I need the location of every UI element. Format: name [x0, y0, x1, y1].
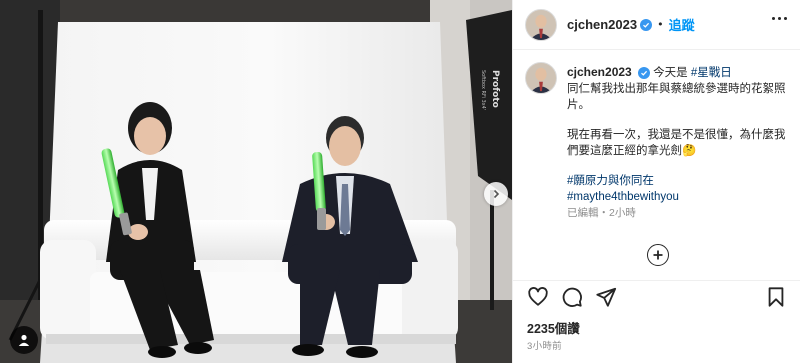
avatar[interactable] [525, 8, 557, 41]
bookmark-icon[interactable] [765, 286, 787, 308]
follow-button[interactable]: 追蹤 [669, 15, 695, 34]
post-header: cjchen2023 • 追蹤 [513, 0, 800, 50]
comment-icon[interactable] [561, 286, 583, 308]
caption-username[interactable]: cjchen2023 [567, 65, 632, 79]
separator-dot: • [657, 18, 664, 31]
avatar-image [526, 9, 556, 40]
user-tag-button[interactable] [10, 326, 38, 354]
user-tag-icon [18, 334, 30, 346]
heart-icon[interactable] [527, 286, 549, 308]
verified-badge-icon [637, 67, 650, 79]
divider [513, 280, 800, 281]
avatar-image [526, 63, 556, 93]
caption-text: 今天是 [653, 67, 688, 79]
post-caption: cjchen2023 今天是 #星戰日 同仁幫我找出那年與蔡總統參選時的花絮照片… [567, 64, 793, 221]
caption-text: 同仁幫我找出那年與蔡總統參選時的花絮照片。 [567, 83, 786, 111]
softbox-model: Softbox RFi 3x4' [480, 70, 486, 110]
caption-text: 現在再看一次，我還是不是很懂，為什麼我們要這麼正經的拿光劍🤔 [567, 129, 786, 157]
send-icon[interactable] [595, 286, 617, 308]
plus-circle-icon [653, 250, 663, 260]
hashtag-link[interactable]: #星戰日 [691, 67, 732, 79]
photo-image: Profoto Softbox RFi 3x4' [0, 0, 512, 363]
hashtag-link[interactable]: #maythe4thbewithyou [567, 189, 793, 205]
post-timestamp[interactable]: 3小時前 [527, 338, 562, 352]
caption-meta: 已編輯・2小時 [567, 207, 636, 219]
header-username[interactable]: cjchen2023 [567, 17, 637, 32]
load-comments-button[interactable] [647, 244, 669, 266]
caption-avatar[interactable] [525, 62, 557, 94]
next-photo-button[interactable] [484, 182, 508, 206]
post-details-panel: cjchen2023 • 追蹤 cjchen2023 今天是 #星戰日 同仁幫我… [512, 0, 800, 363]
chevron-right-icon [493, 189, 500, 199]
verified-badge-icon [640, 18, 653, 31]
hashtag-link[interactable]: #願原力與你同在 [567, 173, 793, 189]
more-options-icon[interactable] [772, 17, 787, 20]
like-count[interactable]: 2235個讚 [527, 318, 580, 337]
softbox-brand: Profoto [490, 70, 500, 108]
post-photo[interactable]: Profoto Softbox RFi 3x4' [0, 0, 512, 363]
